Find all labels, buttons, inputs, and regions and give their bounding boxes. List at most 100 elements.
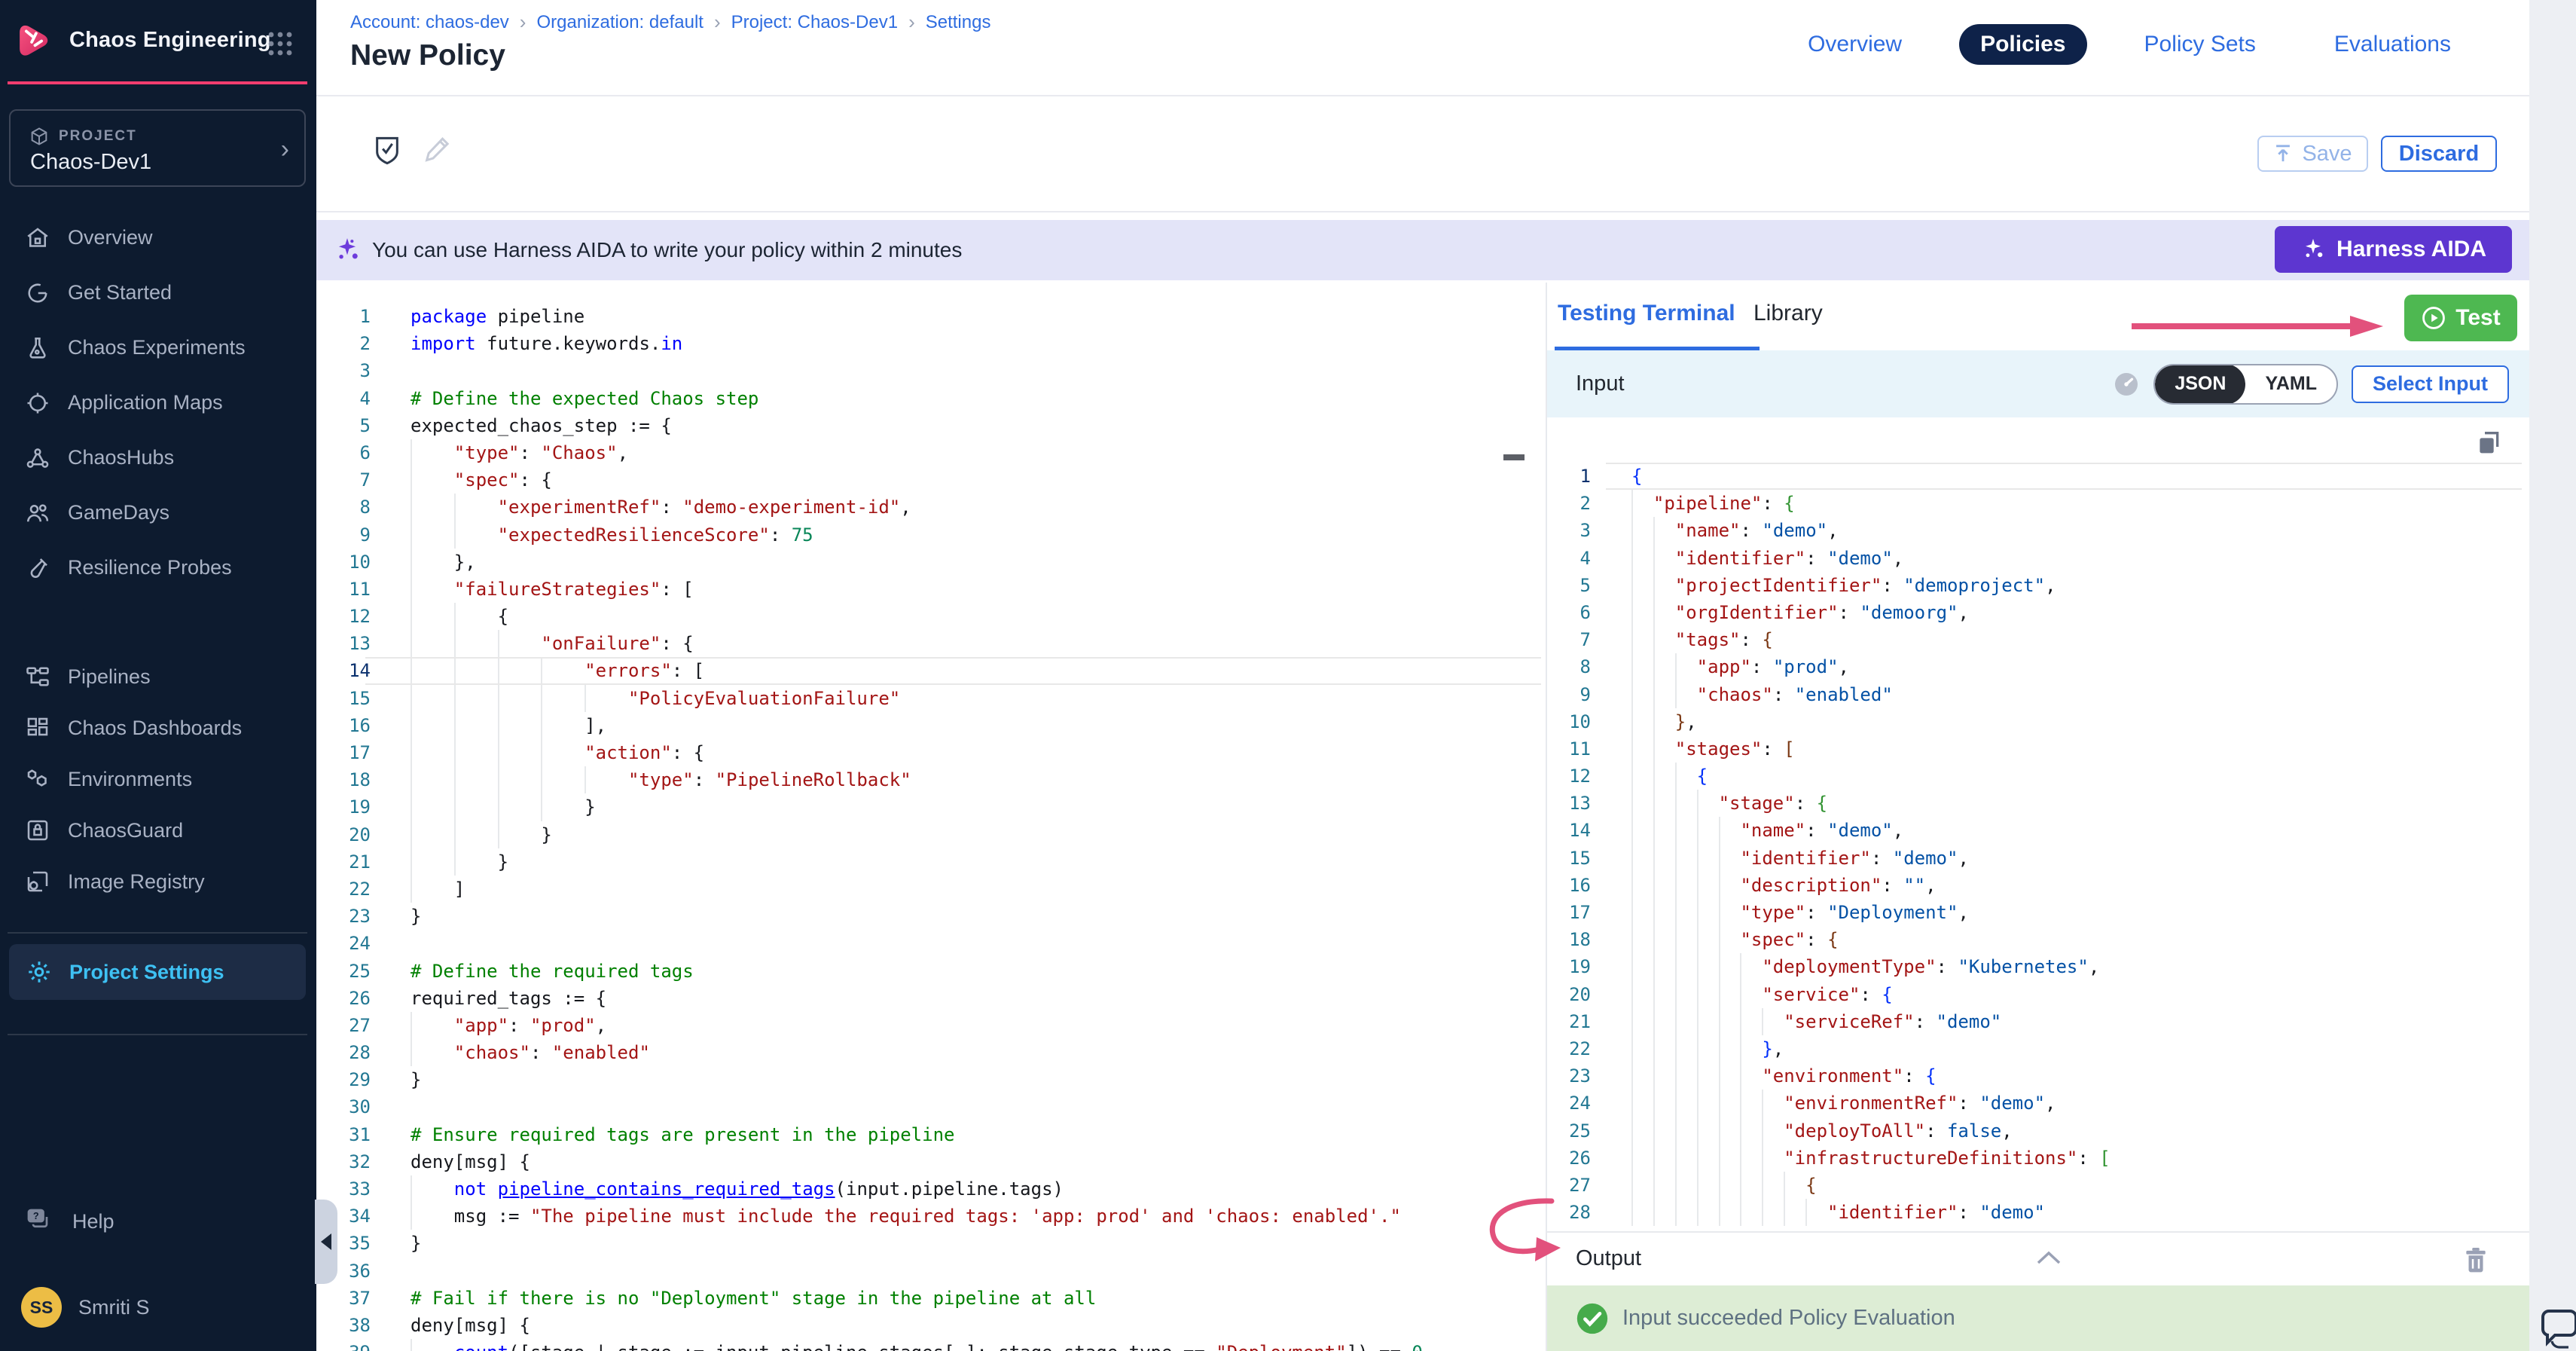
- editor-scroll-marker[interactable]: [1503, 454, 1525, 460]
- code-line-19[interactable]: 19}: [316, 793, 1546, 821]
- code-line-3[interactable]: 3: [316, 357, 1546, 384]
- gauge-icon[interactable]: [2113, 371, 2140, 398]
- code-line-15[interactable]: 15"identifier": "demo",: [1547, 845, 2529, 872]
- select-input-button[interactable]: Select Input: [2352, 365, 2509, 403]
- sidebar-item-application-maps[interactable]: Application Maps: [0, 375, 316, 430]
- code-line-11[interactable]: 11"stages": [: [1547, 735, 2529, 763]
- code-line-10[interactable]: 10},: [1547, 708, 2529, 735]
- support-chat-icon[interactable]: [2537, 1308, 2576, 1350]
- sidebar-item-chaoshubs[interactable]: ChaosHubs: [0, 430, 316, 485]
- code-line-23[interactable]: 23}: [316, 903, 1546, 930]
- chevron-up-icon[interactable]: [2035, 1249, 2062, 1266]
- code-line-15[interactable]: 15"PolicyEvaluationFailure": [316, 685, 1546, 712]
- code-line-19[interactable]: 19"deploymentType": "Kubernetes",: [1547, 953, 2529, 980]
- code-line-20[interactable]: 20}: [316, 821, 1546, 848]
- code-line-3[interactable]: 3"name": "demo",: [1547, 517, 2529, 544]
- code-line-23[interactable]: 23"environment": {: [1547, 1062, 2529, 1090]
- code-line-22[interactable]: 22},: [1547, 1035, 2529, 1062]
- format-option-json[interactable]: JSON: [2155, 364, 2245, 405]
- sidebar-item-image-registry[interactable]: Image Registry: [0, 856, 316, 907]
- code-line-6[interactable]: 6"type": "Chaos",: [316, 439, 1546, 466]
- code-line-31[interactable]: 31# Ensure required tags are present in …: [316, 1121, 1546, 1148]
- code-line-4[interactable]: 4# Define the expected Chaos step: [316, 385, 1546, 412]
- code-line-29[interactable]: 29}: [316, 1066, 1546, 1093]
- shield-check-icon[interactable]: [372, 134, 402, 167]
- code-line-18[interactable]: 18"type": "PipelineRollback": [316, 766, 1546, 793]
- code-line-32[interactable]: 32deny[msg] {: [316, 1148, 1546, 1175]
- edit-pencil-icon[interactable]: [422, 134, 452, 167]
- tab-evaluations[interactable]: Evaluations: [2313, 24, 2472, 65]
- save-button[interactable]: Save: [2257, 136, 2368, 172]
- code-line-5[interactable]: 5"projectIdentifier": "demoproject",: [1547, 572, 2529, 599]
- code-line-11[interactable]: 11"failureStrategies": [: [316, 576, 1546, 603]
- code-line-27[interactable]: 27{: [1547, 1172, 2529, 1199]
- code-line-9[interactable]: 9"expectedResilienceScore": 75: [316, 521, 1546, 549]
- code-line-8[interactable]: 8"app": "prod",: [1547, 653, 2529, 680]
- code-line-7[interactable]: 7"spec": {: [316, 466, 1546, 494]
- code-line-14[interactable]: 14"name": "demo",: [1547, 817, 2529, 844]
- sidebar-item-gamedays[interactable]: GameDays: [0, 485, 316, 540]
- tab-policy-sets[interactable]: Policy Sets: [2123, 24, 2277, 65]
- code-line-34[interactable]: 34msg := "The pipeline must include the …: [316, 1203, 1546, 1230]
- sidebar-item-environments[interactable]: Environments: [0, 753, 316, 805]
- input-json-editor[interactable]: 1{2"pipeline": {3"name": "demo",4"identi…: [1547, 417, 2529, 1231]
- breadcrumb-item[interactable]: Settings: [926, 12, 991, 33]
- code-line-13[interactable]: 13"onFailure": {: [316, 630, 1546, 657]
- code-line-12[interactable]: 12{: [316, 603, 1546, 630]
- code-line-1[interactable]: 1{: [1547, 463, 2529, 490]
- code-line-16[interactable]: 16],: [316, 712, 1546, 739]
- breadcrumb-item[interactable]: Account: chaos-dev: [350, 12, 509, 33]
- code-line-7[interactable]: 7"tags": {: [1547, 626, 2529, 653]
- code-line-21[interactable]: 21"serviceRef": "demo": [1547, 1008, 2529, 1035]
- code-line-36[interactable]: 36: [316, 1258, 1546, 1285]
- code-line-27[interactable]: 27"app": "prod",: [316, 1012, 1546, 1039]
- code-line-13[interactable]: 13"stage": {: [1547, 790, 2529, 817]
- code-line-22[interactable]: 22]: [316, 876, 1546, 903]
- sidebar-item-chaos-dashboards[interactable]: Chaos Dashboards: [0, 702, 316, 753]
- module-grid-icon[interactable]: [265, 29, 295, 59]
- format-option-yaml[interactable]: YAML: [2245, 364, 2336, 405]
- code-line-4[interactable]: 4"identifier": "demo",: [1547, 545, 2529, 572]
- code-line-6[interactable]: 6"orgIdentifier": "demoorg",: [1547, 599, 2529, 626]
- code-line-18[interactable]: 18"spec": {: [1547, 926, 2529, 953]
- sidebar-item-pipelines[interactable]: Pipelines: [0, 651, 316, 702]
- sidebar-item-get-started[interactable]: Get Started: [0, 265, 316, 320]
- tab-policies[interactable]: Policies: [1959, 24, 2086, 65]
- code-line-16[interactable]: 16"description": "",: [1547, 872, 2529, 899]
- code-line-28[interactable]: 28"chaos": "enabled": [316, 1039, 1546, 1066]
- tab-testing-terminal[interactable]: Testing Terminal: [1558, 301, 1735, 326]
- code-line-25[interactable]: 25"deployToAll": false,: [1547, 1117, 2529, 1145]
- code-line-17[interactable]: 17"action": {: [316, 739, 1546, 766]
- format-toggle[interactable]: JSON YAML: [2153, 364, 2338, 405]
- breadcrumb-item[interactable]: Organization: default: [536, 12, 703, 33]
- code-line-26[interactable]: 26required_tags := {: [316, 985, 1546, 1012]
- sidebar-item-chaosguard[interactable]: ChaosGuard: [0, 805, 316, 856]
- discard-button[interactable]: Discard: [2381, 136, 2497, 172]
- breadcrumb-item[interactable]: Project: Chaos-Dev1: [731, 12, 898, 33]
- copy-icon[interactable]: [2474, 428, 2504, 458]
- code-line-35[interactable]: 35}: [316, 1230, 1546, 1257]
- code-line-17[interactable]: 17"type": "Deployment",: [1547, 899, 2529, 926]
- code-line-2[interactable]: 2import future.keywords.in: [316, 330, 1546, 357]
- code-line-2[interactable]: 2"pipeline": {: [1547, 490, 2529, 517]
- code-line-20[interactable]: 20"service": {: [1547, 981, 2529, 1008]
- harness-aida-button[interactable]: Harness AIDA: [2275, 226, 2512, 273]
- sidebar-item-help[interactable]: ? Help: [24, 1206, 114, 1237]
- project-selector[interactable]: PROJECT Chaos-Dev1 ›: [9, 109, 306, 187]
- code-line-33[interactable]: 33not pipeline_contains_required_tags(in…: [316, 1175, 1546, 1203]
- sidebar-item-chaos-experiments[interactable]: Chaos Experiments: [0, 320, 316, 375]
- code-line-38[interactable]: 38deny[msg] {: [316, 1312, 1546, 1339]
- code-line-25[interactable]: 25# Define the required tags: [316, 958, 1546, 985]
- tab-library[interactable]: Library: [1753, 301, 1823, 326]
- code-line-37[interactable]: 37# Fail if there is no "Deployment" sta…: [316, 1285, 1546, 1312]
- code-line-21[interactable]: 21}: [316, 848, 1546, 876]
- code-line-28[interactable]: 28"identifier": "demo": [1547, 1199, 2529, 1226]
- sidebar-item-overview[interactable]: Overview: [0, 210, 316, 265]
- code-line-8[interactable]: 8"experimentRef": "demo-experiment-id",: [316, 494, 1546, 521]
- code-line-30[interactable]: 30: [316, 1093, 1546, 1120]
- code-line-9[interactable]: 9"chaos": "enabled": [1547, 681, 2529, 708]
- code-line-14[interactable]: 14"errors": [: [316, 657, 1546, 684]
- code-line-10[interactable]: 10},: [316, 549, 1546, 576]
- code-line-1[interactable]: 1package pipeline: [316, 303, 1546, 330]
- code-line-5[interactable]: 5expected_chaos_step := {: [316, 412, 1546, 439]
